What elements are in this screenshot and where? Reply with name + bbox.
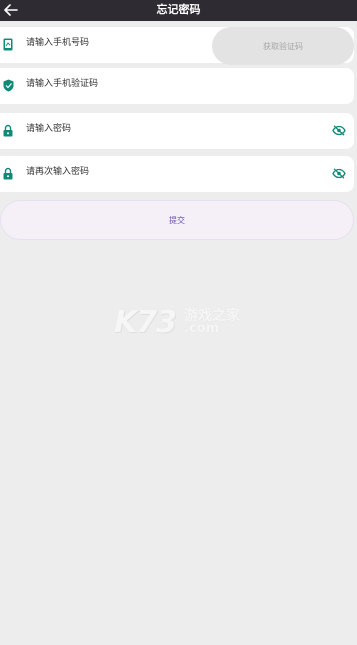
shield-icon [2,78,14,92]
sms-code-field[interactable]: 请输入手机验证码 [0,68,354,104]
password-input[interactable]: 请输入密码 [26,123,71,135]
sms-code-input[interactable]: 请输入手机验证码 [26,78,98,90]
eye-off-icon[interactable] [332,124,346,136]
confirm-password-field[interactable]: 请再次输入密码 [0,156,354,192]
page-title: 忘记密码 [156,3,201,16]
watermark-k73: K73 [114,305,177,340]
eye-off-icon[interactable] [332,167,346,179]
lock-icon [2,123,14,137]
phone-input[interactable]: 请输入手机号码 [26,37,89,49]
lock-icon [2,166,14,180]
confirm-password-input[interactable]: 请再次输入密码 [26,166,89,178]
top-bar: 忘记密码 [0,0,357,21]
get-code-button[interactable]: 获取验证码 [212,27,354,65]
watermark-domain: .com [184,321,220,336]
password-field[interactable]: 请输入密码 [0,113,354,149]
phone-field[interactable]: 请输入手机号码 获取验证码 [0,27,354,65]
submit-button[interactable]: 提交 [0,200,354,240]
watermark-logo: K73 游戏之家 .com [114,305,244,341]
phone-icon [2,37,14,51]
